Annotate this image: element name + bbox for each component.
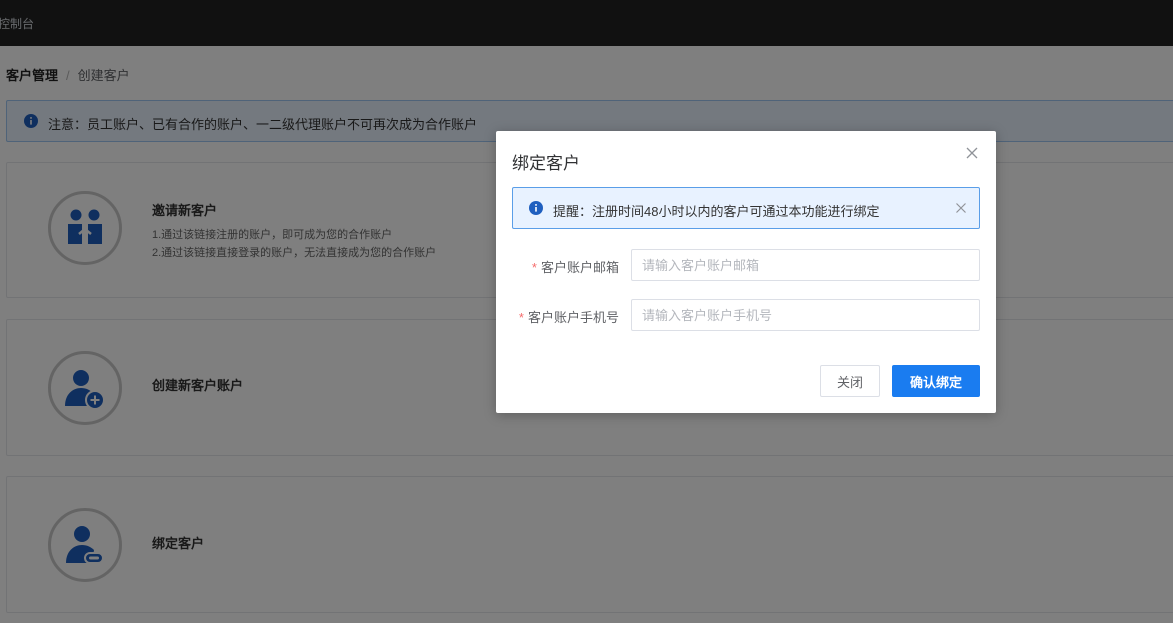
alert-close-icon[interactable]	[955, 202, 967, 214]
info-icon	[529, 201, 543, 218]
confirm-bind-button[interactable]: 确认绑定	[892, 365, 980, 397]
email-input[interactable]	[631, 249, 980, 281]
phone-label-text: 客户账户手机号	[527, 310, 619, 325]
phone-input[interactable]	[631, 299, 980, 331]
bind-customer-dialog: 绑定客户 提醒：注册时间48小时以内的客户可通过本功能进行绑定 * 客户账户邮箱 …	[496, 131, 996, 413]
close-button[interactable]: 关闭	[820, 365, 880, 397]
phone-label: * 客户账户手机号	[519, 307, 619, 326]
dialog-close-icon[interactable]	[964, 145, 980, 161]
phone-form-row: * 客户账户手机号	[496, 299, 996, 331]
dialog-alert: 提醒：注册时间48小时以内的客户可通过本功能进行绑定	[512, 187, 980, 229]
email-label-text: 客户账户邮箱	[540, 260, 619, 275]
dialog-title: 绑定客户	[512, 154, 580, 173]
email-form-row: * 客户账户邮箱	[496, 249, 996, 281]
alert-text: 提醒：注册时间48小时以内的客户可通过本功能进行绑定	[553, 204, 880, 219]
required-mark: *	[518, 310, 524, 325]
email-label: * 客户账户邮箱	[532, 257, 619, 276]
required-mark: *	[531, 260, 537, 275]
